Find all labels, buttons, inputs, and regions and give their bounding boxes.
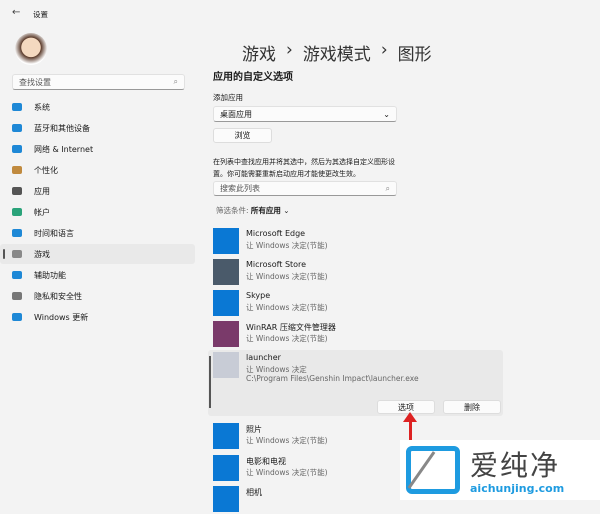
breadcrumb-item-graphics: 图形 [397, 45, 432, 65]
sidebar-item-label: 辅助功能 [34, 270, 66, 280]
app-icon [213, 290, 239, 316]
app-list-search-input[interactable]: 搜索此列表 ⌕ [213, 181, 397, 196]
sidebar-item-label: 时间和语言 [34, 228, 74, 238]
sidebar-item-label: 蓝牙和其他设备 [34, 123, 90, 133]
sidebar-item-label: 帐户 [34, 207, 50, 217]
sidebar-item[interactable]: 隐私和安全性 [0, 286, 195, 306]
search-icon: ⌕ [385, 183, 390, 193]
app-list-item[interactable]: Microsoft Store 让 Windows 决定(节能) [213, 259, 503, 287]
search-icon: ⌕ [173, 77, 178, 86]
avatar [15, 33, 47, 65]
sidebar-item[interactable]: 辅助功能 [0, 265, 195, 285]
sidebar-item-icon [12, 271, 22, 279]
sidebar-item[interactable]: 系统 [0, 97, 195, 117]
remove-button[interactable]: 删除 [443, 400, 501, 414]
app-list-item[interactable]: Microsoft Edge 让 Windows 决定(节能) [213, 228, 503, 256]
app-list-item[interactable]: Skype 让 Windows 决定(节能) [213, 290, 503, 318]
sidebar-item-icon [12, 124, 22, 132]
sidebar-item-label: Windows 更新 [34, 312, 89, 322]
app-icon [213, 455, 239, 481]
sidebar-item-icon [12, 166, 22, 174]
app-icon [213, 423, 239, 449]
sidebar-item[interactable]: 网络 & Internet [0, 139, 195, 159]
sidebar-item[interactable]: 蓝牙和其他设备 [0, 118, 195, 138]
sidebar-item[interactable]: 时间和语言 [0, 223, 195, 243]
browse-button[interactable]: 浏览 [213, 128, 272, 143]
breadcrumb-item-games[interactable]: 游戏 [242, 40, 276, 65]
sidebar-item[interactable]: 帐户 [0, 202, 195, 222]
sidebar-item-icon [12, 292, 22, 300]
app-type-dropdown[interactable]: 桌面应用 ⌄ [213, 106, 397, 122]
section-title: 应用的自定义选项 [213, 72, 293, 83]
sidebar-item-icon [12, 313, 22, 321]
add-app-label: 添加应用 [213, 93, 243, 102]
sidebar-item[interactable]: 应用 [0, 181, 195, 201]
sidebar-item-label: 系统 [34, 102, 50, 112]
selection-indicator [209, 356, 211, 408]
app-icon [213, 486, 239, 512]
app-icon [213, 259, 239, 285]
app-icon [213, 228, 239, 254]
app-icon [213, 321, 239, 347]
sidebar-item-label: 网络 & Internet [34, 144, 94, 154]
window-title: 设置 [33, 10, 48, 19]
breadcrumb: 游戏 › 游戏模式 › 图形 [242, 40, 432, 65]
sidebar-item-icon [12, 208, 22, 216]
filter-dropdown[interactable]: 筛选条件: 所有应用 ⌄ [216, 205, 290, 216]
description-text: 在列表中查找应用并将其选中，然后为其选择自定义图形设置。你可能需要重新启动应用才… [213, 158, 395, 178]
sidebar-item[interactable]: 游戏 [0, 244, 195, 264]
sidebar-item-label: 个性化 [34, 165, 58, 175]
settings-search-input[interactable]: 查找设置 ⌕ [12, 74, 185, 90]
sidebar-item-icon [12, 103, 22, 111]
sidebar-item-icon [12, 250, 22, 258]
red-arrow-head [403, 412, 417, 422]
sidebar-item-label: 游戏 [34, 249, 50, 259]
sidebar-item-icon [12, 229, 22, 237]
breadcrumb-item-game-mode[interactable]: 游戏模式 [303, 40, 371, 65]
sidebar-item-label: 应用 [34, 186, 50, 196]
sidebar-item-label: 隐私和安全性 [34, 291, 82, 301]
sidebar-item-icon [12, 145, 22, 153]
watermark: 爱纯净 aichunjing.com [400, 440, 600, 500]
back-arrow-icon[interactable]: ← [12, 7, 20, 18]
app-list-item[interactable]: WinRAR 压缩文件管理器让 Windows 决定(节能) [213, 321, 503, 349]
sidebar-item-icon [12, 187, 22, 195]
sidebar-item[interactable]: Windows 更新 [0, 307, 195, 327]
chevron-down-icon: ⌄ [383, 109, 390, 119]
launcher-path: C:\Program Files\Genshin Impact\launcher… [246, 374, 419, 383]
sidebar-item[interactable]: 个性化 [0, 160, 195, 180]
app-icon [213, 352, 239, 378]
